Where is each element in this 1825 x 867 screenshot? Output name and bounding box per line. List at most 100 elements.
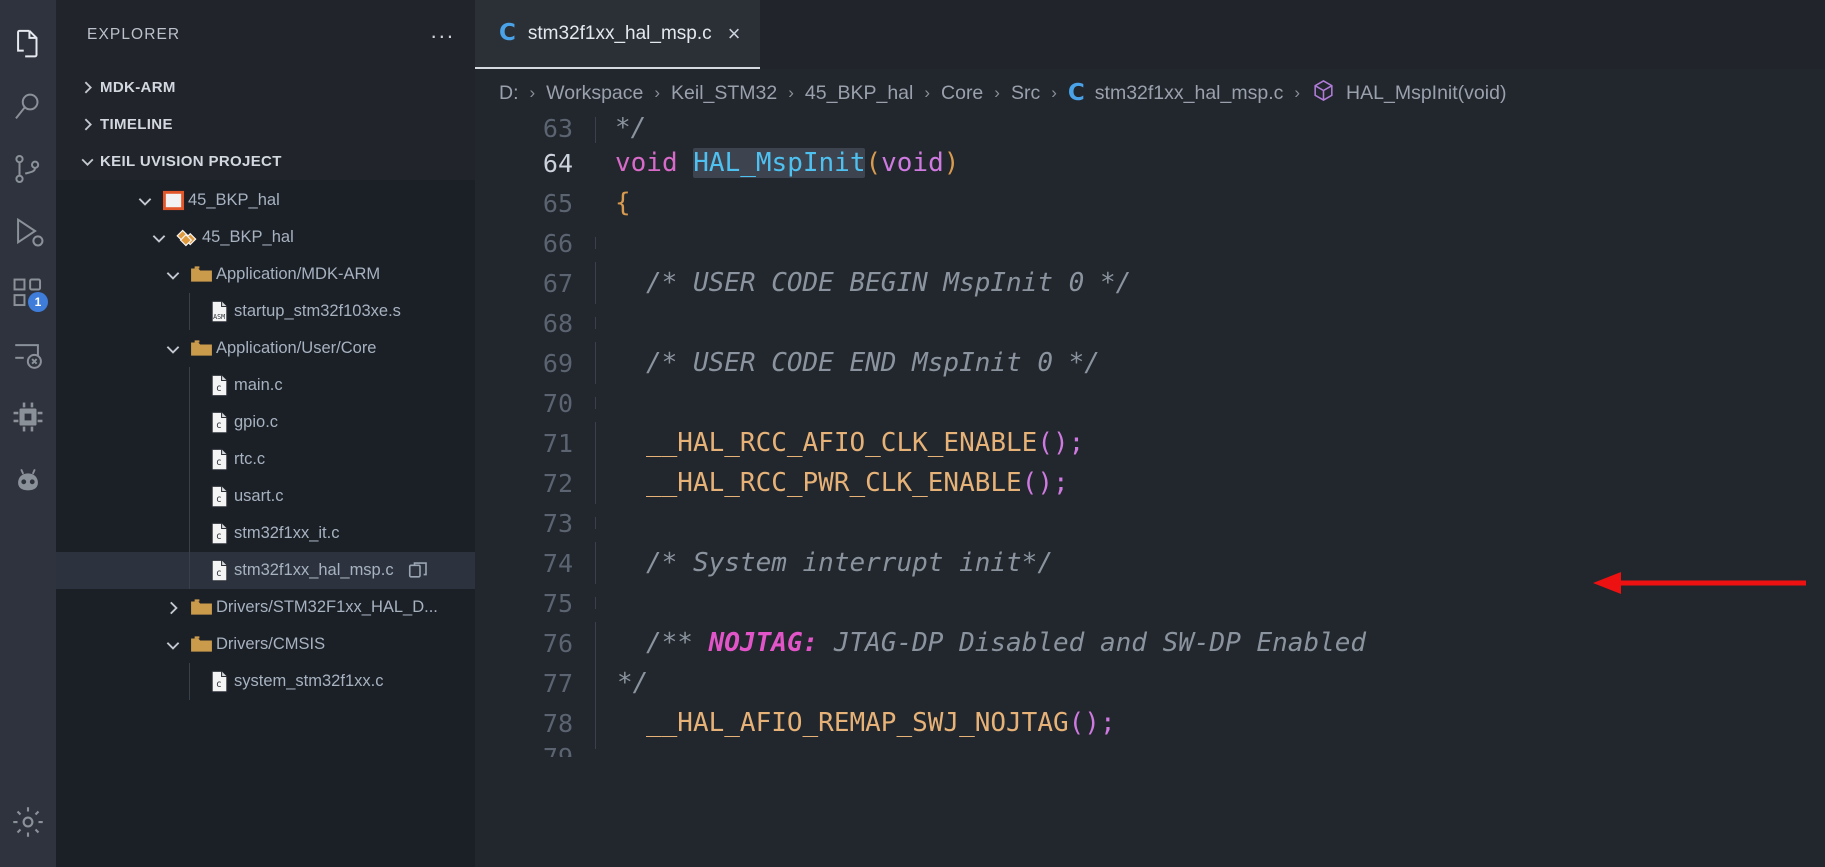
tree-item-file-startup-asm[interactable]: ASM startup_stm32f103xe.s (56, 293, 475, 330)
vscode-window: 1 EXPLORER ... MDK-ARM TIMELINE KEIL UVI… (0, 0, 1825, 867)
code-line-67: 67 /* USER CODE BEGIN MspInit 0 */ (475, 262, 1825, 304)
tree-item-file-system-stm32f1xx-c[interactable]: c system_stm32f1xx.c (56, 663, 475, 700)
more-actions-icon[interactable]: ... (431, 19, 455, 44)
tree-item-folder-application-mdk-arm[interactable]: Application/MDK-ARM (56, 256, 475, 293)
sidebar-header: EXPLORER ... (56, 0, 475, 69)
chevron-down-icon[interactable] (160, 340, 186, 358)
remote-explorer-icon[interactable] (0, 324, 56, 386)
tree-item-file-stm32f1xx-it-c[interactable]: c stm32f1xx_it.c (56, 515, 475, 552)
code-line-76: 76 /** NOJTAG: JTAG-DP Disabled and SW-D… (475, 622, 1825, 664)
extensions-icon[interactable]: 1 (0, 262, 56, 324)
svg-text:c: c (215, 494, 221, 505)
breadcrumb-item-core[interactable]: Core (941, 82, 983, 105)
sidebar-section-keil-uvision-project[interactable]: KEIL UVISION PROJECT (56, 143, 475, 180)
tab-stm32f1xx-hal-msp-c[interactable]: C stm32f1xx_hal_msp.c × (475, 0, 760, 69)
chevron-down-icon[interactable] (160, 636, 186, 654)
code-line-66: 66 (475, 223, 1825, 263)
breadcrumb-item-keil-stm32[interactable]: Keil_STM32 (671, 82, 777, 105)
code-token-comment: /* System interrupt init*/ (646, 548, 1053, 578)
code-line-79: 79 (475, 743, 1825, 757)
breadcrumb-label: Core (941, 81, 984, 104)
svg-text:c: c (215, 383, 221, 394)
code-token-comment: */ (615, 117, 647, 143)
code-token-keyword: void (615, 148, 678, 178)
svg-text:c: c (215, 679, 221, 690)
tree-item-project-target[interactable]: 45_BKP_hal (56, 182, 475, 219)
symbol-method-icon (1311, 78, 1336, 109)
project-group-icon (172, 225, 202, 251)
c-file-icon: c (204, 558, 234, 583)
tree-item-folder-drivers-cmsis[interactable]: Drivers/CMSIS (56, 626, 475, 663)
code-token-comment: JTAG-DP Disabled and SW-DP Enabled (818, 628, 1367, 658)
code-text: __HAL_AFIO_REMAP_SWJ_NOJTAG(); (595, 702, 1116, 744)
search-icon[interactable] (0, 76, 56, 138)
svg-text:c: c (215, 568, 221, 579)
chevron-right-icon (74, 116, 100, 133)
tree-item-file-stm32f1xx-hal-msp-c[interactable]: c stm32f1xx_hal_msp.c (56, 552, 475, 589)
code-editor[interactable]: 63 */ 64 void HAL_MspInit(void) 65 { 66 … (475, 117, 1825, 867)
open-to-side-icon[interactable] (408, 561, 428, 581)
tree-item-label: rtc.c (234, 450, 266, 468)
tree-item-label: Drivers/STM32F1xx_HAL_D... (216, 598, 438, 616)
tree-item-file-usart-c[interactable]: c usart.c (56, 478, 475, 515)
chevron-down-icon[interactable] (160, 266, 186, 284)
code-token-brace: { (615, 188, 631, 218)
run-and-debug-icon[interactable] (0, 200, 56, 262)
tree-item-file-rtc-c[interactable]: c rtc.c (56, 441, 475, 478)
chevron-down-icon (74, 153, 100, 170)
source-control-icon[interactable] (0, 138, 56, 200)
code-token-parameter: void (881, 148, 944, 178)
code-line-69: 69 /* USER CODE END MspInit 0 */ (475, 342, 1825, 384)
sidebar-section-label: KEIL UVISION PROJECT (100, 153, 282, 170)
breadcrumb-item-drive[interactable]: D: (499, 82, 519, 105)
code-token-comment: /* USER CODE BEGIN MspInit 0 */ (646, 268, 1132, 298)
sidebar-section-timeline[interactable]: TIMELINE (56, 106, 475, 143)
breadcrumb-item-symbol[interactable]: HAL_MspInit(void) (1311, 78, 1506, 109)
code-text: /** NOJTAG: JTAG-DP Disabled and SW-DP E… (595, 622, 1367, 664)
line-number: 79 (475, 743, 595, 757)
tree-item-folder-drivers-hal[interactable]: Drivers/STM32F1xx_HAL_D... (56, 589, 475, 626)
line-number: 78 (542, 708, 573, 738)
sidebar-title: EXPLORER (87, 25, 181, 43)
tree-item-label: gpio.c (234, 413, 279, 431)
tree-item-label: Drivers/CMSIS (216, 635, 326, 653)
sidebar-section-label: MDK-ARM (100, 79, 176, 96)
tree-item-folder-application-user-core[interactable]: Application/User/Core (56, 330, 475, 367)
code-text: /* USER CODE BEGIN MspInit 0 */ (595, 262, 1132, 304)
chevron-down-icon[interactable] (146, 229, 172, 247)
settings-gear-icon[interactable] (0, 791, 56, 853)
breadcrumb-item-workspace[interactable]: Workspace (546, 82, 643, 105)
folder-icon (186, 632, 216, 657)
close-icon[interactable]: × (728, 21, 741, 47)
embedded-chip-icon[interactable] (0, 386, 56, 448)
code-line-63: 63 */ (475, 117, 1825, 143)
chevron-right-icon[interactable] (160, 599, 186, 617)
code-token-doc-tag: NOJTAG: (708, 628, 819, 658)
line-number: 67 (542, 268, 573, 298)
breadcrumb-item-file[interactable]: C stm32f1xx_hal_msp.c (1068, 81, 1283, 105)
tree-item-label: Application/User/Core (216, 339, 377, 357)
code-token-call-tail: (); (1021, 468, 1069, 498)
c-file-icon: c (204, 484, 234, 509)
line-number: 77 (542, 668, 573, 698)
code-line-65: 65 { (475, 183, 1825, 223)
line-number: 65 (542, 188, 573, 218)
sidebar-section-mdk-arm[interactable]: MDK-ARM (56, 69, 475, 106)
chevron-right-icon (74, 79, 100, 96)
red-arrow-annotation (1593, 569, 1808, 597)
tree-item-project-group[interactable]: 45_BKP_hal (56, 219, 475, 256)
tree-item-label: 45_BKP_hal (188, 191, 280, 209)
code-line-68: 68 (475, 303, 1825, 343)
tree-item-file-main-c[interactable]: c main.c (56, 367, 475, 404)
platformio-icon[interactable] (0, 448, 56, 510)
code-token-comment: */ (617, 668, 649, 698)
breadcrumb-item-45-bkp-hal[interactable]: 45_BKP_hal (805, 82, 913, 105)
breadcrumb-item-src[interactable]: Src (1011, 82, 1040, 105)
sidebar-section-label: TIMELINE (100, 116, 173, 133)
explorer-icon[interactable] (0, 14, 56, 76)
folder-icon (186, 262, 216, 287)
tree-item-file-gpio-c[interactable]: c gpio.c (56, 404, 475, 441)
chevron-down-icon[interactable] (132, 192, 158, 210)
line-number: 64 (542, 148, 573, 178)
code-line-73: 73 (475, 503, 1825, 543)
